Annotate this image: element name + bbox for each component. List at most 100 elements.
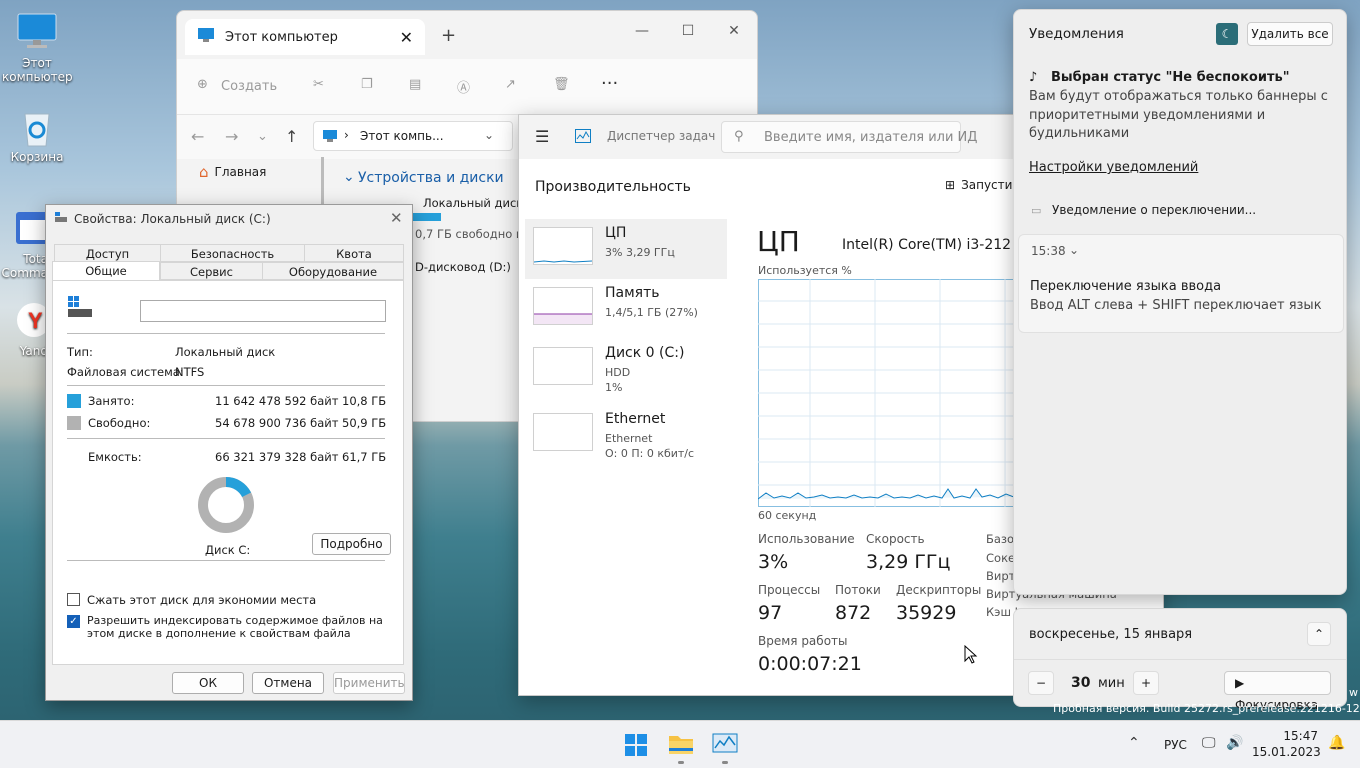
delete-icon[interactable]: 🗑 xyxy=(553,77,570,92)
tab-hardware[interactable]: Оборудование xyxy=(262,262,404,280)
processes-value: 97 xyxy=(758,602,783,624)
explorer-tab[interactable]: Этот компьютер ✕ xyxy=(185,19,425,55)
nav-home-item[interactable]: ⌂ Главная xyxy=(199,163,266,181)
decrease-minutes-button[interactable]: − xyxy=(1028,671,1054,695)
monitor-icon xyxy=(322,129,338,146)
switch-notification-title[interactable]: Уведомление о переключении... xyxy=(1052,203,1256,217)
perf-tile-memory[interactable]: Память 1,4/5,1 ГБ (27%) xyxy=(525,279,727,339)
handles-value: 35929 xyxy=(896,602,957,624)
capacity-gb: 61,7 ГБ xyxy=(342,450,387,464)
tile-name: Ethernet xyxy=(605,411,666,427)
tile-name: ЦП xyxy=(605,225,627,241)
network-icon[interactable]: 🖵 xyxy=(1202,735,1216,751)
address-bar[interactable]: › Этот компь... ⌄ xyxy=(313,121,513,151)
up-icon[interactable]: ↑ xyxy=(285,127,298,146)
notification-center: Уведомления ☾ Удалить все ♪ Выбран стату… xyxy=(1013,9,1347,595)
index-checkbox[interactable]: ✓ xyxy=(67,615,80,628)
search-box[interactable]: ⚲ Введите имя, издателя или ИД xyxy=(721,121,977,153)
maximize-icon[interactable]: ☐ xyxy=(665,17,711,45)
notification-bell-icon[interactable]: 🔔 xyxy=(1328,735,1345,751)
divider xyxy=(67,385,385,386)
desktop-icon-recycle-bin[interactable]: Корзина xyxy=(2,106,72,164)
file-explorer-taskbar-button[interactable] xyxy=(668,732,694,759)
close-icon[interactable]: ✕ xyxy=(711,17,757,45)
type-value: Локальный диск xyxy=(175,345,276,359)
copy-icon[interactable]: ❐ xyxy=(361,77,373,92)
forward-icon[interactable]: → xyxy=(225,127,238,146)
monitor-icon xyxy=(197,27,215,47)
tile-line2: О: 0 П: 0 кбит/с xyxy=(605,447,695,460)
ok-button[interactable]: ОК xyxy=(172,672,244,694)
more-button[interactable]: ··· xyxy=(601,73,618,94)
clear-all-button[interactable]: Удалить все xyxy=(1247,22,1333,46)
hamburger-menu-icon[interactable]: ☰ xyxy=(535,127,549,146)
chevron-down-icon[interactable]: ⌄ xyxy=(1069,243,1079,257)
home-icon: ⌂ xyxy=(199,163,209,181)
rename-icon[interactable]: Ⓐ xyxy=(457,77,470,96)
free-bytes: 54 678 900 736 байт xyxy=(215,416,339,430)
tab-quota[interactable]: Квота xyxy=(304,244,404,262)
filesystem-label: Файловая система: xyxy=(67,365,184,379)
run-task-button[interactable]: ⊞ Запусти xyxy=(945,178,1012,192)
increase-minutes-button[interactable]: + xyxy=(1133,671,1159,695)
perf-tile-cpu[interactable]: ЦП 3% 3,29 ГГц xyxy=(525,219,727,279)
tile-name: Память xyxy=(605,285,660,301)
cut-icon[interactable]: ✂ xyxy=(313,77,324,92)
explorer-toolbar: ⊕ Создать ✂ ❐ ▤ Ⓐ ↗ 🗑 ··· xyxy=(177,59,757,115)
tab-access[interactable]: Доступ xyxy=(54,244,161,262)
chevron-up-icon[interactable]: ⌃ xyxy=(1307,622,1331,646)
do-not-disturb-toggle-icon[interactable]: ☾ xyxy=(1216,23,1238,45)
new-tab-button[interactable]: + xyxy=(441,25,456,46)
divider xyxy=(67,333,385,334)
clock-time[interactable]: 15:47 xyxy=(1262,729,1318,743)
paste-icon[interactable]: ▤ xyxy=(409,77,421,92)
tab-service[interactable]: Сервис xyxy=(160,262,263,280)
chevron-down-icon[interactable]: ⌄ xyxy=(257,129,268,144)
chevron-down-icon[interactable]: ⌄ xyxy=(343,169,355,185)
desktop-icon-label: Tota Comma xyxy=(1,252,48,280)
details-button[interactable]: Подробно xyxy=(312,533,391,555)
desktop-icon-this-pc[interactable]: Этот компьютер xyxy=(2,12,73,84)
general-tab-panel: Тип: Локальный диск Файловая система: NT… xyxy=(52,280,404,665)
desktop-icon-yandex[interactable]: Y Yand xyxy=(0,300,48,358)
desktop-icon-label: Yand xyxy=(19,344,48,358)
minimize-icon[interactable]: — xyxy=(619,17,665,45)
windows-logo-icon xyxy=(625,734,647,756)
disk-properties-dialog[interactable]: Свойства: Локальный диск (C:) ✕ Доступ Б… xyxy=(45,204,413,701)
share-icon[interactable]: ↗ xyxy=(505,77,516,92)
task-manager-taskbar-button[interactable] xyxy=(712,733,738,758)
search-input[interactable]: Введите имя, издателя или ИД xyxy=(764,130,977,145)
chevron-down-icon[interactable]: ⌄ xyxy=(484,128,494,142)
create-button[interactable]: Создать xyxy=(221,79,277,94)
chevron-up-icon[interactable]: ⌃ xyxy=(1128,735,1140,751)
perf-tile-ethernet[interactable]: Ethernet Ethernet О: 0 П: 0 кбит/с xyxy=(525,405,727,465)
drive-name-input[interactable] xyxy=(140,300,386,322)
volume-icon[interactable]: 🔊 xyxy=(1226,735,1243,751)
language-indicator[interactable]: РУС xyxy=(1164,738,1187,752)
compress-checkbox[interactable] xyxy=(67,593,80,606)
tab-general[interactable]: Общие xyxy=(52,261,160,281)
cancel-button[interactable]: Отмена xyxy=(252,672,324,694)
usage-value: 3% xyxy=(758,551,789,573)
close-tab-icon[interactable]: ✕ xyxy=(400,28,413,47)
dnd-body: Вам будут отображаться только баннеры с … xyxy=(1029,89,1328,141)
usage-label: Использование xyxy=(758,532,855,546)
perf-tile-disk[interactable]: Диск 0 (C:) HDD 1% xyxy=(525,339,727,399)
focus-button[interactable]: ▶ Фокусировка xyxy=(1224,671,1331,712)
speed-label: Скорость xyxy=(866,532,925,546)
apply-button[interactable]: Применить xyxy=(333,672,405,694)
start-button[interactable] xyxy=(624,733,648,760)
back-icon[interactable]: ← xyxy=(191,127,204,146)
speed-value: 3,29 ГГц xyxy=(866,551,951,573)
run-task-label: Запусти xyxy=(961,178,1013,192)
desktop-icon-total-commander[interactable]: Tota Comma xyxy=(0,208,48,280)
notification-card[interactable]: 15:38 ⌄ Переключение языка ввода Ввод AL… xyxy=(1018,234,1344,333)
free-gb: 50,9 ГБ xyxy=(342,416,387,430)
clock-date[interactable]: 15.01.2023 xyxy=(1252,745,1321,759)
drive-icon xyxy=(54,211,68,226)
close-icon[interactable]: ✕ xyxy=(390,209,403,227)
capacity-bytes: 66 321 379 328 байт xyxy=(215,450,339,464)
drive-d-label[interactable]: D-дисковод (D:) xyxy=(415,260,511,274)
notification-settings-link[interactable]: Настройки уведомлений xyxy=(1029,160,1198,175)
tab-security[interactable]: Безопасность xyxy=(160,244,305,262)
